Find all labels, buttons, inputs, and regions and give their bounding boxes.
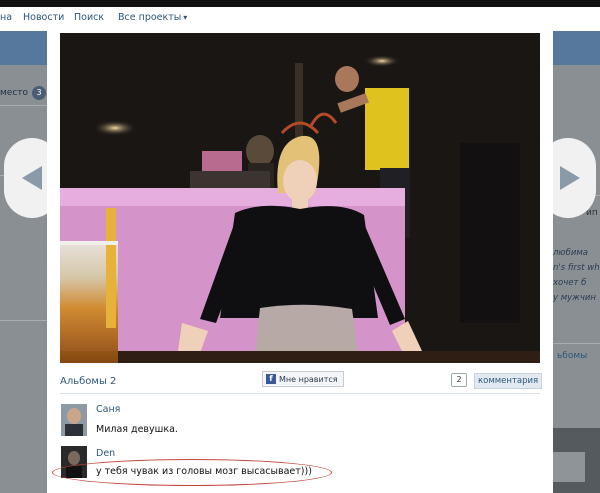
nav-item-search[interactable]: Поиск bbox=[74, 12, 104, 23]
comments-count-badge: 2 bbox=[451, 373, 467, 387]
avatar[interactable] bbox=[61, 404, 87, 436]
comment-text: Милая девушка. bbox=[96, 424, 178, 435]
divider bbox=[553, 343, 600, 344]
comments-button[interactable]: комментария bbox=[474, 373, 543, 389]
top-strip bbox=[0, 0, 600, 7]
nav-item-all-projects[interactable]: Все проекты ▾ bbox=[118, 12, 187, 23]
background-left-column bbox=[0, 65, 47, 493]
comment-author[interactable]: Den bbox=[96, 448, 115, 459]
nav-item-truncated[interactable]: на bbox=[0, 12, 12, 23]
background-line: любима bbox=[553, 248, 588, 258]
divider bbox=[0, 105, 47, 106]
background-line: у мужчин bbox=[553, 293, 596, 303]
divider bbox=[60, 393, 540, 394]
comment-author[interactable]: Саня bbox=[96, 404, 120, 415]
nav-item-all-projects-label: Все проекты bbox=[118, 12, 182, 23]
background-right-text: любима n's first wh хочет б у мужчин bbox=[553, 246, 600, 306]
nav-item-news[interactable]: Новости bbox=[23, 12, 64, 23]
avatar-image bbox=[61, 404, 87, 436]
background-line: n's first wh bbox=[553, 263, 600, 273]
facebook-icon: f bbox=[266, 374, 276, 384]
highlight-oval bbox=[52, 459, 332, 486]
divider bbox=[0, 320, 47, 321]
like-button-label: Мне нравится bbox=[279, 374, 338, 384]
background-albums-link[interactable]: ьбомы bbox=[557, 351, 587, 361]
chevron-down-icon: ▾ bbox=[183, 13, 188, 22]
photo[interactable] bbox=[60, 33, 540, 363]
background-left-text: место bbox=[0, 88, 29, 98]
background-line: хочет б bbox=[553, 278, 587, 288]
background-count-badge: 3 bbox=[32, 86, 46, 100]
photo-image bbox=[60, 33, 540, 363]
like-button[interactable]: f Мне нравится bbox=[262, 371, 344, 387]
albums-link[interactable]: Альбомы 2 bbox=[60, 376, 116, 387]
